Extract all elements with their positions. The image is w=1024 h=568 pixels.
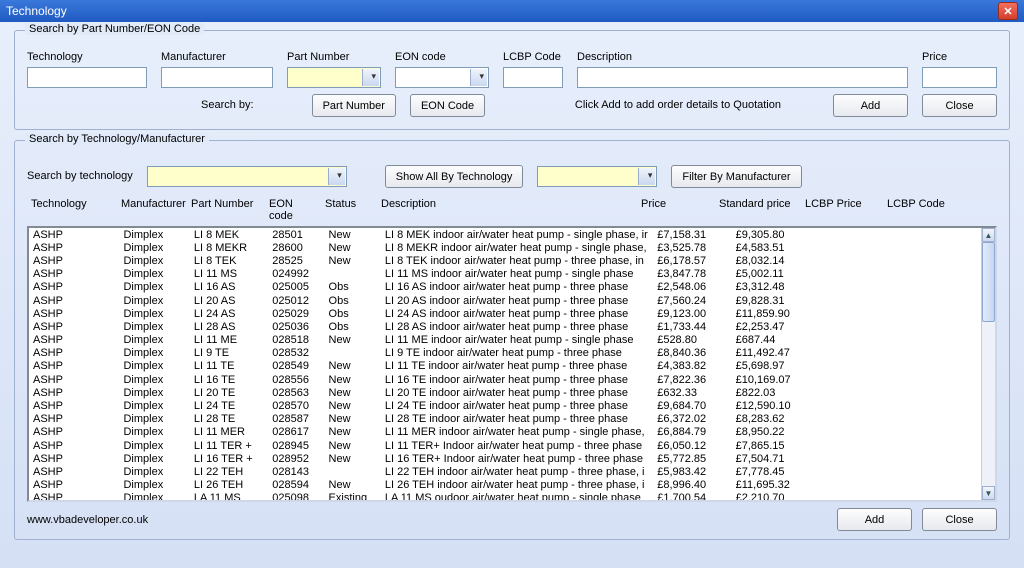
col-price: Price bbox=[637, 196, 715, 224]
btn-add-top[interactable]: Add bbox=[833, 94, 908, 117]
col-eon-code: EON code bbox=[265, 196, 321, 224]
hint-add-quotation: Click Add to add order details to Quotat… bbox=[575, 99, 781, 111]
col-description: Description bbox=[377, 196, 637, 224]
table-row[interactable]: ASHPDimplexLI 8 TEK28525NewLI 8 TEK indo… bbox=[29, 254, 981, 267]
window-title: Technology bbox=[6, 4, 67, 18]
group2-legend: Search by Technology/Manufacturer bbox=[25, 133, 209, 145]
table-row[interactable]: ASHPDimplexLI 28 TE028587NewLI 28 TE ind… bbox=[29, 413, 981, 426]
group-search-partnumber: Search by Part Number/EON Code Technolog… bbox=[14, 30, 1010, 130]
btn-close-top[interactable]: Close bbox=[922, 94, 997, 117]
combo-part-number[interactable] bbox=[287, 67, 381, 88]
input-manufacturer[interactable] bbox=[161, 67, 273, 88]
scroll-thumb[interactable] bbox=[982, 242, 995, 322]
close-icon[interactable]: ✕ bbox=[998, 2, 1018, 20]
scroll-down-icon[interactable]: ▼ bbox=[982, 486, 995, 500]
col-std-price: Standard price bbox=[715, 196, 801, 224]
label-manufacturer: Manufacturer bbox=[161, 51, 273, 63]
results-grid[interactable]: ASHPDimplexLI 8 MEK28501NewLI 8 MEK indo… bbox=[27, 226, 997, 502]
btn-add-bottom[interactable]: Add bbox=[837, 508, 912, 531]
grid-scrollbar[interactable]: ▲ ▼ bbox=[981, 228, 995, 500]
col-technology: Technology bbox=[27, 196, 117, 224]
group1-legend: Search by Part Number/EON Code bbox=[25, 23, 204, 35]
label-price: Price bbox=[922, 51, 997, 63]
table-row[interactable]: ASHPDimplexLI 9 TE028532LI 9 TE indoor a… bbox=[29, 347, 981, 360]
label-search-technology: Search by technology bbox=[27, 170, 133, 182]
label-search-by: Search by: bbox=[201, 99, 254, 111]
table-row[interactable]: ASHPDimplexLI 16 TE028556NewLI 16 TE ind… bbox=[29, 373, 981, 386]
combo-eon-code[interactable] bbox=[395, 67, 489, 88]
combo-manufacturer-filter[interactable] bbox=[537, 166, 657, 187]
table-row[interactable]: ASHPDimplexLI 11 MER028617NewLI 11 MER i… bbox=[29, 426, 981, 439]
label-description: Description bbox=[577, 51, 908, 63]
footer-url: www.vbadeveloper.co.uk bbox=[27, 514, 148, 526]
titlebar: Technology ✕ bbox=[0, 0, 1024, 22]
col-manufacturer: Manufacturer bbox=[117, 196, 187, 224]
table-row[interactable]: ASHPDimplexLI 16 TER +028952NewLI 16 TER… bbox=[29, 452, 981, 465]
table-row[interactable]: ASHPDimplexLI 24 AS025029ObsLI 24 AS ind… bbox=[29, 307, 981, 320]
btn-search-eon-code[interactable]: EON Code bbox=[410, 94, 485, 117]
table-row[interactable]: ASHPDimplexLI 16 AS025005ObsLI 16 AS ind… bbox=[29, 281, 981, 294]
col-status: Status bbox=[321, 196, 377, 224]
label-technology: Technology bbox=[27, 51, 147, 63]
col-part-number: Part Number bbox=[187, 196, 265, 224]
grid-headers: Technology Manufacturer Part Number EON … bbox=[27, 196, 997, 224]
scroll-up-icon[interactable]: ▲ bbox=[982, 228, 995, 242]
btn-search-part-number[interactable]: Part Number bbox=[312, 94, 396, 117]
btn-filter-manufacturer[interactable]: Filter By Manufacturer bbox=[671, 165, 801, 188]
table-row[interactable]: ASHPDimplexLI 11 TER +028945NewLI 11 TER… bbox=[29, 439, 981, 452]
col-lcbp-price: LCBP Price bbox=[801, 196, 883, 224]
combo-search-technology[interactable] bbox=[147, 166, 347, 187]
input-price[interactable] bbox=[922, 67, 997, 88]
table-row[interactable]: ASHPDimplexLI 8 MEK28501NewLI 8 MEK indo… bbox=[29, 228, 981, 241]
table-row[interactable]: ASHPDimplexLI 24 TE028570NewLI 24 TE ind… bbox=[29, 399, 981, 412]
input-description[interactable] bbox=[577, 67, 908, 88]
label-lcbp-code: LCBP Code bbox=[503, 51, 563, 63]
btn-show-all-tech[interactable]: Show All By Technology bbox=[385, 165, 524, 188]
input-technology[interactable] bbox=[27, 67, 147, 88]
table-row[interactable]: ASHPDimplexLI 11 TE028549NewLI 11 TE ind… bbox=[29, 360, 981, 373]
table-row[interactable]: ASHPDimplexLI 11 MS024992LI 11 MS indoor… bbox=[29, 268, 981, 281]
table-row[interactable]: ASHPDimplexLI 11 ME028518NewLI 11 ME ind… bbox=[29, 334, 981, 347]
group-search-tech-mfr: Search by Technology/Manufacturer Search… bbox=[14, 140, 1010, 540]
btn-close-bottom[interactable]: Close bbox=[922, 508, 997, 531]
table-row[interactable]: ASHPDimplexLI 22 TEH028143LI 22 TEH indo… bbox=[29, 465, 981, 478]
col-lcbp-code: LCBP Code bbox=[883, 196, 963, 224]
table-row[interactable]: ASHPDimplexLI 26 TEH028594NewLI 26 TEH i… bbox=[29, 479, 981, 492]
table-row[interactable]: ASHPDimplexLA 11 MS025098ExistingLA 11 M… bbox=[29, 492, 981, 500]
label-eon-code: EON code bbox=[395, 51, 489, 63]
table-row[interactable]: ASHPDimplexLI 8 MEKR28600NewLI 8 MEKR in… bbox=[29, 241, 981, 254]
table-row[interactable]: ASHPDimplexLI 20 TE028563NewLI 20 TE ind… bbox=[29, 386, 981, 399]
table-row[interactable]: ASHPDimplexLI 28 AS025036ObsLI 28 AS ind… bbox=[29, 320, 981, 333]
label-part-number: Part Number bbox=[287, 51, 381, 63]
input-lcbp-code[interactable] bbox=[503, 67, 563, 88]
table-row[interactable]: ASHPDimplexLI 20 AS025012ObsLI 20 AS ind… bbox=[29, 294, 981, 307]
